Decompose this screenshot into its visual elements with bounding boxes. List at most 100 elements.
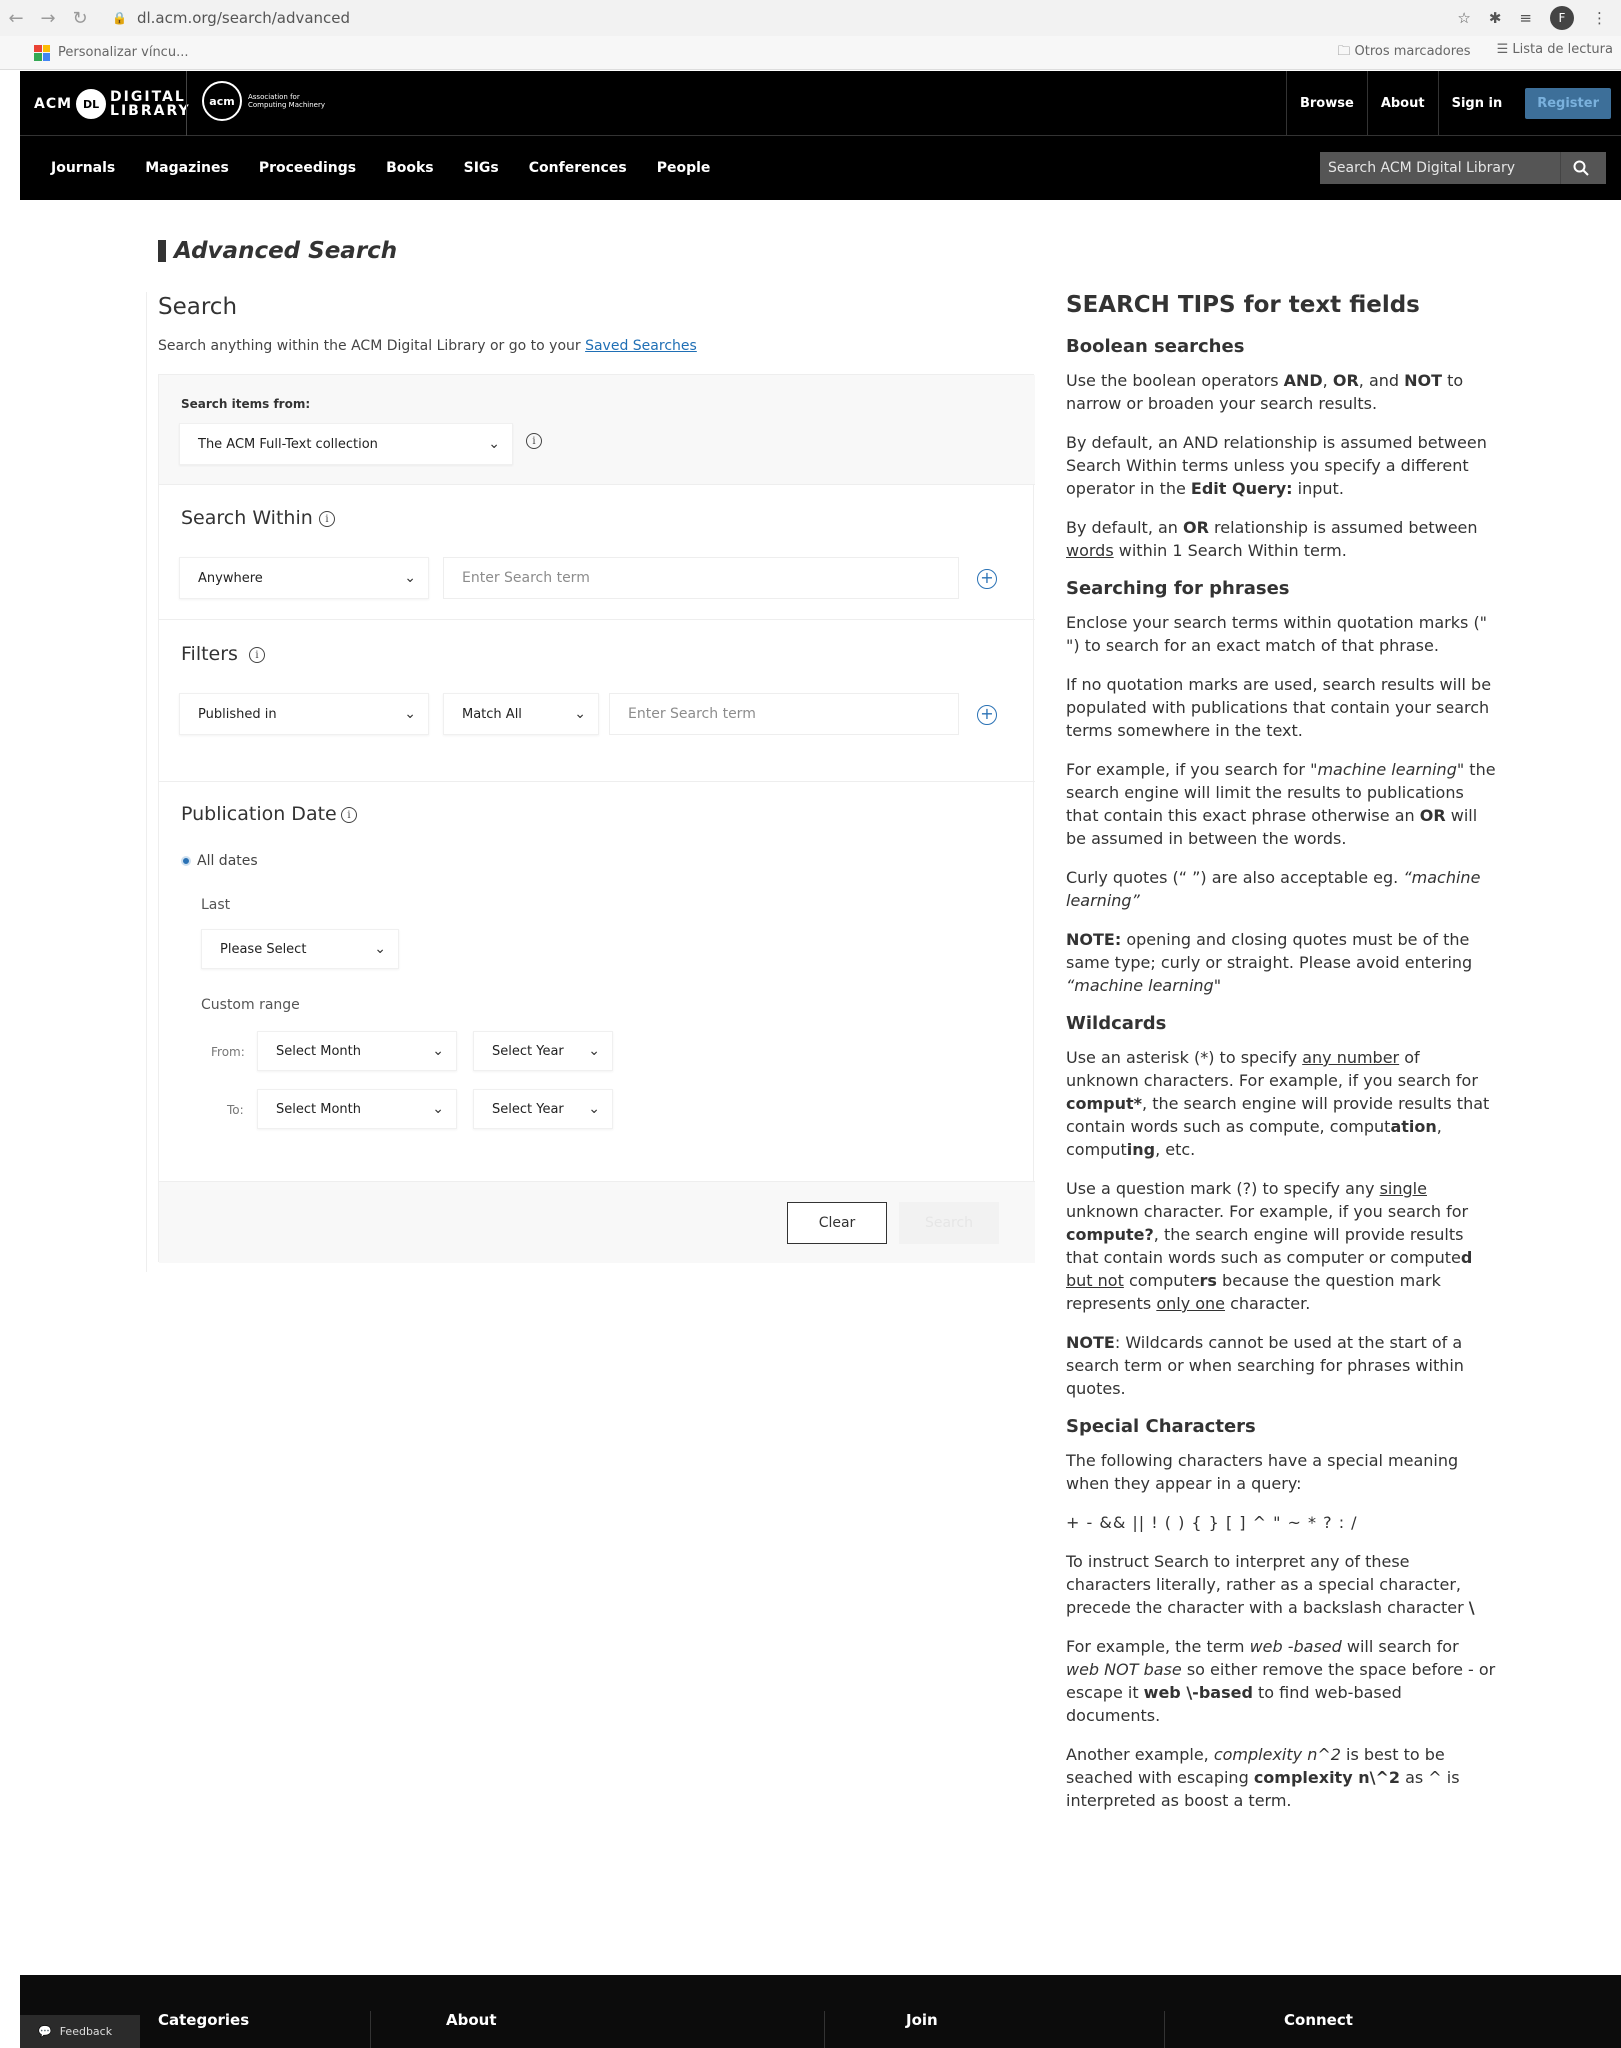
chevron-down-icon: ⌄	[588, 1101, 600, 1117]
info-icon[interactable]: i	[526, 433, 542, 449]
chevron-down-icon: ⌄	[588, 1043, 600, 1059]
bookmark-apps-label: Personalizar víncu...	[58, 45, 189, 60]
filter-match-select[interactable]: Match All ⌄	[443, 693, 599, 735]
title-bar	[158, 240, 166, 262]
nav-item-conferences[interactable]: Conferences	[514, 160, 642, 176]
wildcards-title: Wildcards	[1066, 1013, 1167, 1034]
about-link[interactable]: About	[1366, 71, 1438, 136]
advanced-search-form: Search items from: The ACM Full-Text col…	[158, 374, 1035, 1263]
bookmarks-bar: Personalizar víncu... 🗀 Otros marcadores…	[0, 36, 1621, 70]
feedback-button[interactable]: 💬 Feedback	[20, 2015, 140, 2048]
add-filter-icon[interactable]: +	[977, 705, 997, 725]
chevron-down-icon: ⌄	[404, 706, 416, 722]
wildcards-tip-3: NOTE: Wildcards cannot be used at the st…	[1066, 1333, 1464, 1398]
from-month-select[interactable]: Select Month ⌄	[257, 1031, 457, 1071]
chevron-down-icon: ⌄	[432, 1043, 444, 1059]
acm-association-logo[interactable]: acm Association for Computing Machinery	[202, 81, 328, 121]
media-icon[interactable]: ≡	[1519, 9, 1532, 27]
site-header: ACM DL DIGITAL LIBRARY acm Association fo…	[20, 71, 1621, 136]
search-heading: Search	[158, 294, 238, 320]
filter-field-select[interactable]: Published in ⌄	[179, 693, 429, 735]
header-search	[1320, 152, 1606, 184]
footer-categories[interactable]: Categories	[158, 2011, 249, 2029]
info-icon[interactable]: i	[249, 647, 265, 663]
info-icon[interactable]: i	[319, 511, 335, 527]
publication-date-title: Publication Date	[181, 803, 337, 825]
nav-item-journals[interactable]: Journals	[36, 160, 130, 176]
filter-term-input[interactable]	[626, 705, 958, 723]
browser-toolbar: ← → ↻ 🔒 dl.acm.org/search/advanced ☆ ✱ ≡…	[0, 0, 1621, 36]
acm-dl-logo[interactable]: ACM DL DIGITAL LIBRARY	[34, 85, 194, 123]
radio-selected-icon	[181, 856, 191, 866]
chevron-down-icon: ⌄	[574, 706, 586, 722]
chevron-down-icon: ⌄	[374, 941, 386, 957]
search-within-title: Search Within	[181, 507, 313, 529]
special-tip-2: To instruct Search to interpret any of t…	[1066, 1552, 1475, 1617]
phrases-title: Searching for phrases	[1066, 578, 1290, 599]
from-year-select[interactable]: Select Year ⌄	[473, 1031, 613, 1071]
divider	[159, 619, 1035, 620]
main-nav: Journals Magazines Proceedings Books SIG…	[20, 136, 1621, 200]
to-month-select[interactable]: Select Month ⌄	[257, 1089, 457, 1129]
address-bar[interactable]: dl.acm.org/search/advanced	[137, 9, 350, 27]
forward-icon[interactable]: →	[32, 8, 64, 29]
phrases-tip-4: Curly quotes (“ ”) are also acceptable e…	[1066, 868, 1481, 910]
footer-connect[interactable]: Connect	[1284, 2011, 1353, 2029]
special-tip-3: For example, the term web -based will se…	[1066, 1637, 1496, 1725]
chat-bubble-icon: 💬	[38, 2025, 52, 2038]
logo-divider	[186, 71, 187, 136]
nav-item-sigs[interactable]: SIGs	[449, 160, 514, 176]
footer-about[interactable]: About	[446, 2011, 497, 2029]
search-button[interactable]: Search	[899, 1202, 999, 1244]
search-icon[interactable]	[1560, 152, 1600, 184]
bookmark-reading-list[interactable]: ☰ Lista de lectura	[1497, 42, 1613, 64]
to-label: To:	[227, 1103, 244, 1117]
collection-select[interactable]: The ACM Full-Text collection ⌄	[179, 423, 513, 465]
to-year-select[interactable]: Select Year ⌄	[473, 1089, 613, 1129]
header-search-input[interactable]	[1320, 159, 1560, 177]
last-period-select[interactable]: Please Select ⌄	[201, 929, 399, 969]
bookmark-apps[interactable]: Personalizar víncu...	[34, 44, 189, 61]
nav-item-proceedings[interactable]: Proceedings	[244, 160, 371, 176]
chevron-down-icon: ⌄	[432, 1101, 444, 1117]
nav-item-books[interactable]: Books	[371, 160, 449, 176]
nav-item-magazines[interactable]: Magazines	[130, 160, 244, 176]
sign-in-link[interactable]: Sign in	[1437, 71, 1516, 136]
boolean-title: Boolean searches	[1066, 336, 1245, 357]
special-title: Special Characters	[1066, 1416, 1256, 1437]
star-icon[interactable]: ☆	[1457, 9, 1470, 27]
profile-avatar[interactable]: F	[1550, 6, 1574, 30]
browse-link[interactable]: Browse	[1285, 71, 1367, 136]
lock-icon: 🔒	[112, 11, 127, 25]
special-tip-4: Another example, complexity n^2 is best …	[1066, 1745, 1460, 1810]
menu-icon[interactable]: ⋮	[1592, 9, 1607, 27]
reload-icon[interactable]: ↻	[64, 8, 96, 29]
register-button[interactable]: Register	[1525, 88, 1611, 119]
tips-title: SEARCH TIPS for text fields	[1066, 292, 1420, 318]
search-term-input[interactable]	[460, 569, 958, 587]
search-tips: SEARCH TIPS for text fields Boolean sear…	[1066, 292, 1496, 1828]
all-dates-option[interactable]: All dates	[181, 853, 258, 869]
collection-section: Search items from: The ACM Full-Text col…	[159, 375, 1035, 485]
divider	[159, 781, 1035, 782]
nav-item-people[interactable]: People	[642, 160, 726, 176]
page-title: Advanced Search	[158, 238, 397, 264]
footer-join[interactable]: Join	[906, 2011, 938, 2029]
extensions-icon[interactable]: ✱	[1489, 9, 1502, 27]
special-characters-list: + - && || ! ( ) { } [ ] ^ " ~ * ? : /	[1066, 1513, 1358, 1532]
bookmark-other[interactable]: 🗀 Otros marcadores	[1337, 42, 1470, 64]
phrases-tip-5: NOTE: opening and closing quotes must be…	[1066, 930, 1473, 995]
phrases-tip-1: Enclose your search terms within quotati…	[1066, 613, 1488, 655]
search-within-field-select[interactable]: Anywhere ⌄	[179, 557, 429, 599]
boolean-tip-1: Use the boolean operators AND, OR, and N…	[1066, 371, 1464, 413]
saved-searches-link[interactable]: Saved Searches	[585, 338, 697, 354]
last-label: Last	[201, 897, 231, 913]
filters-title: Filters	[181, 643, 238, 665]
info-icon[interactable]: i	[341, 807, 357, 823]
back-icon[interactable]: ←	[0, 8, 32, 29]
add-search-term-icon[interactable]: +	[977, 569, 997, 589]
clear-button[interactable]: Clear	[787, 1202, 887, 1244]
chevron-down-icon: ⌄	[488, 436, 500, 452]
phrases-tip-3: For example, if you search for "machine …	[1066, 760, 1496, 848]
from-label: From:	[211, 1045, 245, 1059]
